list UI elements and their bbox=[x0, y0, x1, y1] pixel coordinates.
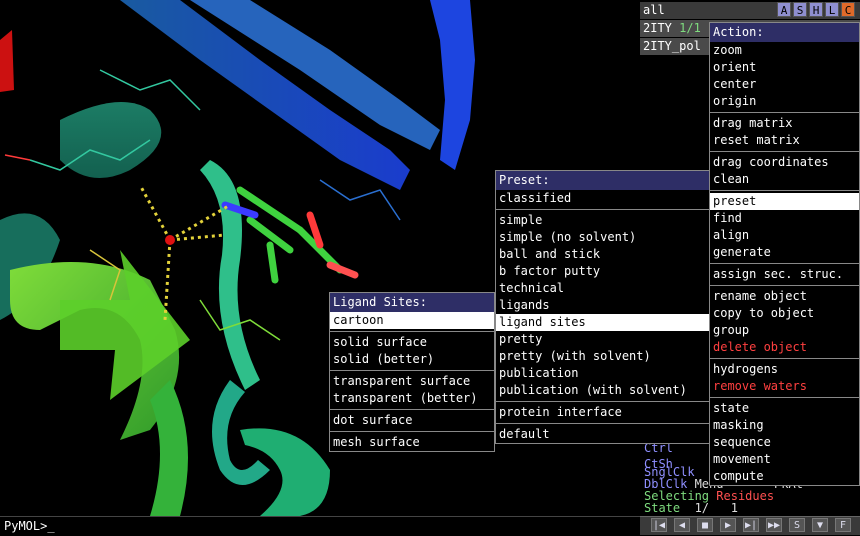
action-menu-item-clean[interactable]: clean bbox=[710, 171, 859, 188]
ligand-menu-item-transparent-surface[interactable]: transparent surface bbox=[330, 373, 494, 390]
menu-separator bbox=[710, 397, 859, 398]
ligand-menu-item-solid-surface[interactable]: solid surface bbox=[330, 334, 494, 351]
preset-menu-item-pretty-with-solvent[interactable]: pretty (with solvent) bbox=[496, 348, 709, 365]
preset-menu-item-classified[interactable]: classified bbox=[496, 190, 709, 207]
action-menu-item-group[interactable]: group bbox=[710, 322, 859, 339]
menu-separator bbox=[710, 285, 859, 286]
object-name: 2ITY bbox=[643, 21, 672, 35]
action-menu-item-drag-matrix[interactable]: drag matrix bbox=[710, 115, 859, 132]
action-menu-item-compute[interactable]: compute bbox=[710, 468, 859, 485]
step-back-button[interactable]: ◀ bbox=[674, 518, 690, 532]
action-menu-item-delete-object[interactable]: delete object bbox=[710, 339, 859, 356]
action-menu-title: Action: bbox=[710, 23, 859, 42]
action-menu-item-preset[interactable]: preset bbox=[710, 193, 859, 210]
menu-separator bbox=[710, 112, 859, 113]
preset-menu: Preset: classified simple simple (no solven… bbox=[495, 170, 710, 444]
action-menu-item-assign-sec-struc[interactable]: assign sec. struc. bbox=[710, 266, 859, 283]
action-menu-item-drag-coordinates[interactable]: drag coordinates bbox=[710, 154, 859, 171]
play-button[interactable]: ▶ bbox=[720, 518, 736, 532]
action-menu-item-hydrogens[interactable]: hydrogens bbox=[710, 361, 859, 378]
label-button[interactable]: L bbox=[825, 2, 839, 17]
ligand-menu-item-transparent-better[interactable]: transparent (better) bbox=[330, 390, 494, 407]
action-menu-item-copy-to-object[interactable]: copy to object bbox=[710, 305, 859, 322]
menu-separator bbox=[710, 263, 859, 264]
preset-menu-item-publication[interactable]: publication bbox=[496, 365, 709, 382]
action-menu-item-movement[interactable]: movement bbox=[710, 451, 859, 468]
fullscreen-button[interactable]: F bbox=[835, 518, 851, 532]
scene-menu-button[interactable]: ▼ bbox=[812, 518, 828, 532]
action-button[interactable]: A bbox=[777, 2, 791, 17]
menu-separator bbox=[496, 401, 709, 402]
step-forward-button[interactable]: ▶| bbox=[743, 518, 759, 532]
preset-menu-item-simple-no-solvent[interactable]: simple (no solvent) bbox=[496, 229, 709, 246]
preset-menu-item-default[interactable]: default bbox=[496, 426, 709, 443]
menu-separator bbox=[330, 331, 494, 332]
action-menu-item-find[interactable]: find bbox=[710, 210, 859, 227]
action-menu: Action: zoom orient center origin drag matrix… bbox=[709, 22, 860, 486]
ligand-sites-menu: Ligand Sites: cartoon solid surface solid (… bbox=[329, 292, 495, 452]
preset-menu-item-pretty[interactable]: pretty bbox=[496, 331, 709, 348]
state-indicator: State 1/ 1 bbox=[644, 501, 738, 515]
menu-separator bbox=[496, 209, 709, 210]
menu-separator bbox=[496, 423, 709, 424]
action-menu-item-origin[interactable]: origin bbox=[710, 93, 859, 110]
ligand-menu-title: Ligand Sites: bbox=[330, 293, 494, 312]
ligand-menu-item-mesh-surface[interactable]: mesh surface bbox=[330, 434, 494, 451]
preset-menu-title: Preset: bbox=[496, 171, 709, 190]
scene-button[interactable]: S bbox=[789, 518, 805, 532]
preset-menu-item-protein-interface[interactable]: protein interface bbox=[496, 404, 709, 421]
action-menu-item-state[interactable]: state bbox=[710, 400, 859, 417]
preset-menu-item-ball-and-stick[interactable]: ball and stick bbox=[496, 246, 709, 263]
show-button[interactable]: S bbox=[793, 2, 807, 17]
action-menu-item-sequence[interactable]: sequence bbox=[710, 434, 859, 451]
ligand-menu-item-solid-better[interactable]: solid (better) bbox=[330, 351, 494, 368]
menu-separator bbox=[330, 431, 494, 432]
action-menu-item-reset-matrix[interactable]: reset matrix bbox=[710, 132, 859, 149]
menu-separator bbox=[710, 190, 859, 191]
preset-menu-item-publication-with-solvent[interactable]: publication (with solvent) bbox=[496, 382, 709, 399]
preset-menu-item-b-factor-putty[interactable]: b factor putty bbox=[496, 263, 709, 280]
ligand-menu-item-dot-surface[interactable]: dot surface bbox=[330, 412, 494, 429]
stop-button[interactable]: ■ bbox=[697, 518, 713, 532]
hide-button[interactable]: H bbox=[809, 2, 823, 17]
preset-menu-item-ligands[interactable]: ligands bbox=[496, 297, 709, 314]
action-menu-item-rename-object[interactable]: rename object bbox=[710, 288, 859, 305]
preset-menu-item-technical[interactable]: technical bbox=[496, 280, 709, 297]
menu-separator bbox=[710, 151, 859, 152]
action-menu-item-generate[interactable]: generate bbox=[710, 244, 859, 261]
action-menu-item-orient[interactable]: orient bbox=[710, 59, 859, 76]
action-menu-item-zoom[interactable]: zoom bbox=[710, 42, 859, 59]
action-menu-item-masking[interactable]: masking bbox=[710, 417, 859, 434]
command-prompt[interactable]: PyMOL>_ bbox=[0, 516, 640, 535]
object-name: 2ITY_pol bbox=[643, 39, 701, 53]
action-menu-item-center[interactable]: center bbox=[710, 76, 859, 93]
preset-menu-item-ligand-sites[interactable]: ligand sites bbox=[496, 314, 709, 331]
action-menu-item-align[interactable]: align bbox=[710, 227, 859, 244]
action-menu-item-remove-waters[interactable]: remove waters bbox=[710, 378, 859, 395]
end-button[interactable]: ▶▶ bbox=[766, 518, 782, 532]
color-button[interactable]: C bbox=[841, 2, 855, 17]
menu-separator bbox=[330, 409, 494, 410]
rewind-button[interactable]: |◀ bbox=[651, 518, 667, 532]
object-all-label: all bbox=[643, 3, 665, 17]
state-counter: 1/1 bbox=[679, 21, 701, 35]
preset-menu-item-simple[interactable]: simple bbox=[496, 212, 709, 229]
ligand-menu-item-cartoon[interactable]: cartoon bbox=[330, 312, 494, 329]
menu-separator bbox=[710, 358, 859, 359]
menu-separator bbox=[330, 370, 494, 371]
